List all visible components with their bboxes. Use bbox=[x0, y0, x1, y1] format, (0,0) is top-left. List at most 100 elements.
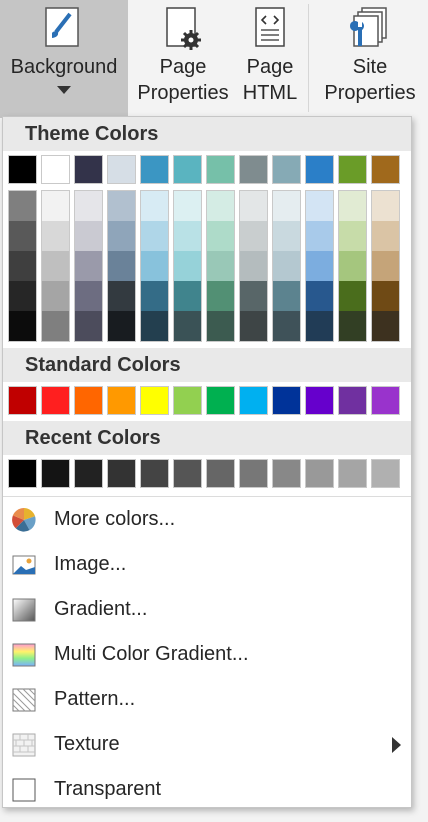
theme-color-swatch[interactable] bbox=[371, 155, 400, 184]
page-properties-button[interactable]: Page Properties bbox=[128, 0, 238, 118]
theme-shade-swatch[interactable] bbox=[9, 191, 36, 221]
theme-shade-swatch[interactable] bbox=[372, 191, 399, 221]
standard-color-swatch[interactable] bbox=[8, 386, 37, 415]
image-item[interactable]: Image... bbox=[3, 542, 411, 587]
theme-shade-swatch[interactable] bbox=[273, 311, 300, 341]
theme-shade-swatch[interactable] bbox=[339, 221, 366, 251]
recent-color-swatch[interactable] bbox=[338, 459, 367, 488]
standard-color-swatch[interactable] bbox=[305, 386, 334, 415]
theme-shade-swatch[interactable] bbox=[42, 191, 69, 221]
theme-shade-swatch[interactable] bbox=[240, 281, 267, 311]
theme-shade-swatch[interactable] bbox=[306, 221, 333, 251]
theme-shade-swatch[interactable] bbox=[141, 221, 168, 251]
theme-shade-swatch[interactable] bbox=[174, 221, 201, 251]
theme-shade-swatch[interactable] bbox=[306, 191, 333, 221]
recent-color-swatch[interactable] bbox=[206, 459, 235, 488]
theme-shade-swatch[interactable] bbox=[174, 191, 201, 221]
theme-shade-swatch[interactable] bbox=[339, 251, 366, 281]
recent-color-swatch[interactable] bbox=[140, 459, 169, 488]
theme-shade-swatch[interactable] bbox=[75, 221, 102, 251]
standard-color-swatch[interactable] bbox=[206, 386, 235, 415]
theme-shade-swatch[interactable] bbox=[174, 281, 201, 311]
theme-shade-swatch[interactable] bbox=[273, 281, 300, 311]
theme-shade-swatch[interactable] bbox=[339, 191, 366, 221]
theme-shade-swatch[interactable] bbox=[108, 191, 135, 221]
theme-shade-swatch[interactable] bbox=[108, 221, 135, 251]
theme-color-swatch[interactable] bbox=[107, 155, 136, 184]
theme-color-swatch[interactable] bbox=[8, 155, 37, 184]
theme-shade-swatch[interactable] bbox=[306, 251, 333, 281]
theme-shade-swatch[interactable] bbox=[273, 251, 300, 281]
theme-color-swatch[interactable] bbox=[206, 155, 235, 184]
theme-shade-swatch[interactable] bbox=[240, 191, 267, 221]
standard-color-swatch[interactable] bbox=[371, 386, 400, 415]
page-html-button[interactable]: Page HTML bbox=[238, 0, 302, 118]
theme-shade-swatch[interactable] bbox=[306, 311, 333, 341]
theme-color-swatch[interactable] bbox=[272, 155, 301, 184]
standard-color-swatch[interactable] bbox=[239, 386, 268, 415]
theme-shade-swatch[interactable] bbox=[372, 221, 399, 251]
standard-color-swatch[interactable] bbox=[338, 386, 367, 415]
theme-shade-swatch[interactable] bbox=[141, 251, 168, 281]
theme-color-swatch[interactable] bbox=[41, 155, 70, 184]
theme-shade-swatch[interactable] bbox=[372, 281, 399, 311]
theme-shade-swatch[interactable] bbox=[108, 251, 135, 281]
theme-shade-swatch[interactable] bbox=[273, 191, 300, 221]
recent-color-swatch[interactable] bbox=[371, 459, 400, 488]
theme-color-swatch[interactable] bbox=[140, 155, 169, 184]
theme-shade-swatch[interactable] bbox=[42, 221, 69, 251]
standard-color-swatch[interactable] bbox=[272, 386, 301, 415]
theme-shade-swatch[interactable] bbox=[306, 281, 333, 311]
recent-color-swatch[interactable] bbox=[74, 459, 103, 488]
transparent-item[interactable]: Transparent bbox=[3, 767, 411, 812]
theme-shade-swatch[interactable] bbox=[207, 251, 234, 281]
theme-color-swatch[interactable] bbox=[173, 155, 202, 184]
theme-color-swatch[interactable] bbox=[305, 155, 334, 184]
recent-color-swatch[interactable] bbox=[8, 459, 37, 488]
standard-color-swatch[interactable] bbox=[74, 386, 103, 415]
recent-color-swatch[interactable] bbox=[107, 459, 136, 488]
theme-shade-swatch[interactable] bbox=[75, 311, 102, 341]
theme-shade-swatch[interactable] bbox=[42, 251, 69, 281]
multi-color-gradient-item[interactable]: Multi Color Gradient... bbox=[3, 632, 411, 677]
theme-shade-swatch[interactable] bbox=[75, 281, 102, 311]
theme-shade-swatch[interactable] bbox=[174, 251, 201, 281]
gradient-item[interactable]: Gradient... bbox=[3, 587, 411, 632]
theme-shade-swatch[interactable] bbox=[9, 281, 36, 311]
theme-shade-swatch[interactable] bbox=[372, 311, 399, 341]
background-button[interactable]: Background bbox=[0, 0, 128, 118]
theme-shade-swatch[interactable] bbox=[141, 281, 168, 311]
recent-color-swatch[interactable] bbox=[173, 459, 202, 488]
theme-shade-swatch[interactable] bbox=[108, 281, 135, 311]
more-colors-item[interactable]: More colors... bbox=[3, 497, 411, 542]
standard-color-swatch[interactable] bbox=[173, 386, 202, 415]
theme-shade-swatch[interactable] bbox=[9, 311, 36, 341]
theme-shade-swatch[interactable] bbox=[207, 221, 234, 251]
theme-shade-swatch[interactable] bbox=[207, 191, 234, 221]
theme-shade-swatch[interactable] bbox=[9, 221, 36, 251]
theme-shade-swatch[interactable] bbox=[372, 251, 399, 281]
theme-color-swatch[interactable] bbox=[74, 155, 103, 184]
theme-shade-swatch[interactable] bbox=[42, 311, 69, 341]
theme-shade-swatch[interactable] bbox=[108, 311, 135, 341]
theme-shade-swatch[interactable] bbox=[141, 191, 168, 221]
pattern-item[interactable]: Pattern... bbox=[3, 677, 411, 722]
standard-color-swatch[interactable] bbox=[41, 386, 70, 415]
standard-color-swatch[interactable] bbox=[107, 386, 136, 415]
theme-shade-swatch[interactable] bbox=[141, 311, 168, 341]
theme-shade-swatch[interactable] bbox=[207, 281, 234, 311]
theme-shade-swatch[interactable] bbox=[273, 221, 300, 251]
theme-color-swatch[interactable] bbox=[239, 155, 268, 184]
theme-shade-swatch[interactable] bbox=[174, 311, 201, 341]
theme-shade-swatch[interactable] bbox=[75, 251, 102, 281]
site-properties-button[interactable]: Site Properties bbox=[312, 0, 428, 118]
recent-color-swatch[interactable] bbox=[305, 459, 334, 488]
theme-shade-swatch[interactable] bbox=[240, 311, 267, 341]
recent-color-swatch[interactable] bbox=[41, 459, 70, 488]
texture-item[interactable]: Texture bbox=[3, 722, 411, 767]
theme-color-swatch[interactable] bbox=[338, 155, 367, 184]
theme-shade-swatch[interactable] bbox=[75, 191, 102, 221]
theme-shade-swatch[interactable] bbox=[339, 311, 366, 341]
theme-shade-swatch[interactable] bbox=[339, 281, 366, 311]
recent-color-swatch[interactable] bbox=[239, 459, 268, 488]
